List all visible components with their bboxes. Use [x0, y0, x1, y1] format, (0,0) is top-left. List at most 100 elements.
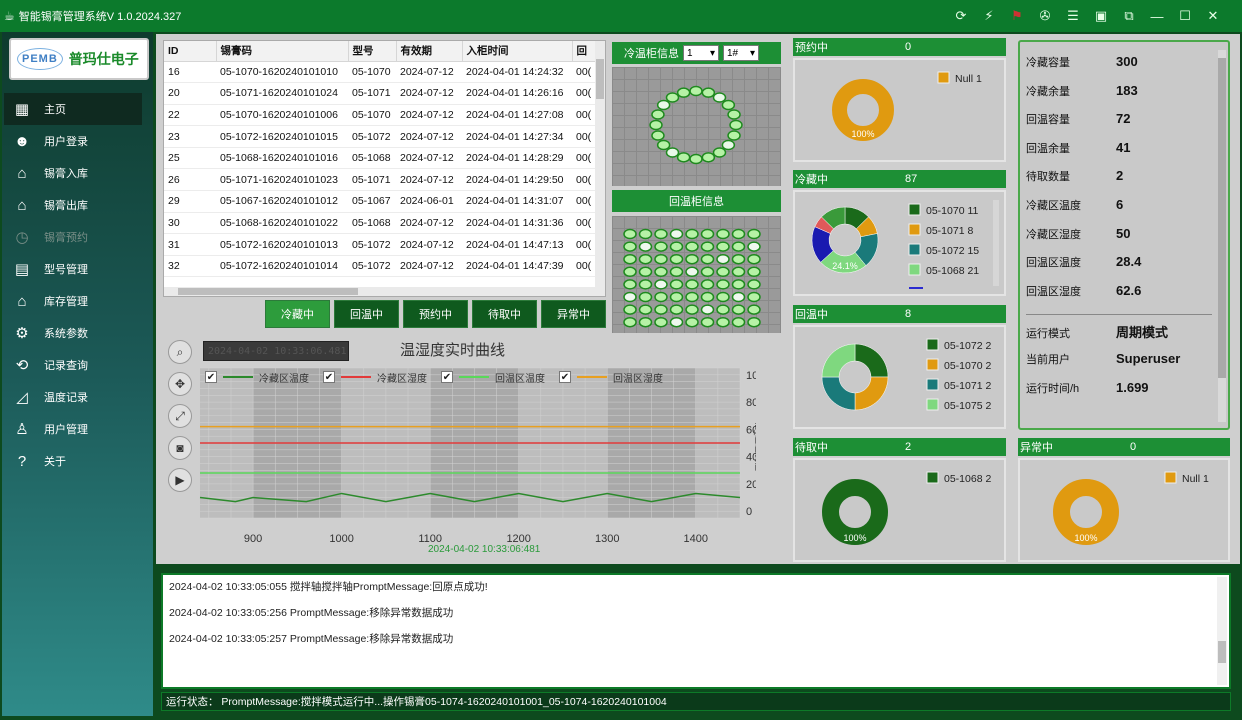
legend-entry[interactable]: ✔ 冷藏区温度 [205, 370, 309, 385]
minimize-icon[interactable]: — [1146, 9, 1168, 24]
return-slot[interactable] [731, 241, 746, 252]
return-slot[interactable] [747, 316, 761, 328]
return-slot[interactable] [731, 316, 746, 328]
return-slot[interactable] [700, 291, 715, 303]
nav-item-login[interactable]: ☻ 用户登录 [4, 125, 153, 157]
return-slot[interactable] [731, 304, 746, 315]
return-slot[interactable] [685, 304, 699, 315]
legend-checkbox[interactable]: ✔ [441, 371, 453, 383]
return-slot[interactable] [654, 316, 668, 328]
restore-icon[interactable]: ⧉ [1118, 8, 1140, 24]
col-id[interactable]: ID [164, 41, 217, 62]
table-row[interactable]: 20 05-1071-1620240101024 05-1071 2024-07-12… [164, 82, 605, 105]
return-slot[interactable] [669, 304, 684, 315]
legend-checkbox[interactable]: ✔ [559, 371, 571, 383]
return-slot[interactable] [716, 253, 730, 265]
table-row[interactable]: 30 05-1068-1620240101022 05-1068 2024-07-12… [164, 212, 605, 235]
nav-item-users[interactable]: ♙ 用户管理 [4, 413, 153, 445]
info-scroll-thumb[interactable] [1218, 58, 1226, 378]
return-slot[interactable] [700, 228, 715, 240]
return-slot[interactable] [638, 279, 653, 290]
return-slot[interactable] [716, 304, 730, 315]
return-slot[interactable] [623, 228, 637, 240]
cabinet-slot[interactable] [712, 147, 727, 158]
table-row[interactable]: 16 05-1070-1620240101010 05-1070 2024-07-12… [164, 61, 605, 84]
cabinet-slot[interactable] [665, 147, 680, 158]
legend-entry[interactable]: ✔ 回温区温度 [441, 370, 545, 385]
col-entry-time[interactable]: 入柜时间 [462, 41, 573, 62]
table-hscroll[interactable] [164, 287, 605, 296]
cabinet-slot[interactable] [701, 87, 716, 98]
return-slot[interactable] [747, 304, 761, 315]
nav-item-home[interactable]: ▦ 主页 [4, 93, 142, 125]
return-slot[interactable] [669, 316, 684, 328]
return-slot[interactable] [747, 228, 761, 240]
cabinet-slot[interactable] [727, 130, 741, 141]
return-slot[interactable] [638, 241, 653, 252]
return-slot[interactable] [638, 228, 653, 240]
cabinet-slot[interactable] [689, 85, 703, 97]
return-slot[interactable] [700, 253, 715, 265]
nav-item-about[interactable]: ? 关于 [4, 445, 153, 477]
btn-cold[interactable]: 冷藏中 [265, 300, 330, 328]
user-icon[interactable]: ⚑ [1006, 8, 1028, 24]
return-slot[interactable] [623, 241, 637, 252]
return-slot[interactable] [716, 279, 730, 290]
legend-entry[interactable]: ✔ 冷藏区湿度 [323, 370, 427, 385]
return-slot[interactable] [747, 291, 761, 303]
refresh-icon[interactable]: ⟳ [950, 8, 972, 24]
return-slot[interactable] [669, 241, 684, 252]
log-scrollbar[interactable] [1217, 577, 1227, 685]
cabinet-slot[interactable] [712, 92, 727, 103]
menu-icon[interactable]: ☰ [1062, 8, 1084, 24]
col-model[interactable]: 型号 [348, 41, 397, 62]
table-row[interactable]: 29 05-1067-1620240101012 05-1067 2024-06-01… [164, 190, 605, 213]
cabinet-slot[interactable] [727, 109, 741, 120]
return-slot[interactable] [638, 291, 653, 303]
table-vscroll[interactable] [595, 41, 605, 296]
info-scrollbar[interactable] [1218, 50, 1226, 422]
col-expiry[interactable]: 有效期 [396, 41, 463, 62]
return-slot[interactable] [654, 228, 668, 240]
nav-item-params[interactable]: ⚙ 系统参数 [4, 317, 153, 349]
return-slot[interactable] [700, 266, 715, 278]
cabinet-slot[interactable] [676, 87, 691, 98]
return-slot[interactable] [731, 253, 746, 265]
cabinet-slot[interactable] [721, 99, 736, 111]
table-row[interactable]: 32 05-1072-1620240101014 05-1072 2024-07-12… [164, 255, 605, 278]
return-slot[interactable] [716, 241, 730, 252]
col-code[interactable]: 锡膏码 [216, 41, 349, 62]
return-slot[interactable] [716, 228, 730, 240]
return-slot[interactable] [654, 279, 668, 290]
nav-item-temp[interactable]: ◿ 温度记录 [4, 381, 153, 413]
legend-entry[interactable]: ✔ 回温区湿度 [559, 370, 663, 385]
table-row[interactable]: 25 05-1068-1620240101016 05-1068 2024-07-12… [164, 147, 605, 170]
return-slot[interactable] [685, 228, 699, 240]
table-row[interactable]: 23 05-1072-1620240101015 05-1072 2024-07-12… [164, 125, 605, 148]
return-slot[interactable] [654, 241, 668, 252]
nav-item-model[interactable]: ▤ 型号管理 [4, 253, 153, 285]
return-slot[interactable] [623, 266, 637, 278]
return-slot[interactable] [685, 266, 699, 278]
table-row[interactable]: 22 05-1070-1620240101006 05-1070 2024-07-12… [164, 104, 605, 127]
legend-checkbox[interactable]: ✔ [205, 371, 217, 383]
nav-item-reserve[interactable]: ◷ 锡膏预约 [4, 221, 153, 253]
return-slot[interactable] [623, 253, 637, 265]
return-slot[interactable] [669, 253, 684, 265]
return-slot[interactable] [669, 266, 684, 278]
btn-warm[interactable]: 回温中 [334, 300, 399, 328]
cabinet-slot[interactable] [721, 139, 736, 151]
cabinet-slot[interactable] [676, 152, 691, 163]
fan-icon[interactable]: ✇ [1034, 8, 1056, 24]
return-slot[interactable] [685, 316, 699, 328]
return-slot[interactable] [700, 316, 715, 328]
vscroll-thumb[interactable] [596, 59, 604, 99]
pan-icon[interactable]: ✥ [168, 372, 192, 396]
zoom-icon[interactable]: ⌕ [168, 340, 192, 364]
return-slot[interactable] [700, 304, 715, 315]
fit-icon[interactable]: ⤢ [168, 404, 192, 428]
play-icon[interactable]: ▶ [168, 468, 192, 492]
btn-pick[interactable]: 待取中 [472, 300, 537, 328]
return-slot[interactable] [623, 291, 637, 303]
return-slot[interactable] [731, 228, 746, 240]
